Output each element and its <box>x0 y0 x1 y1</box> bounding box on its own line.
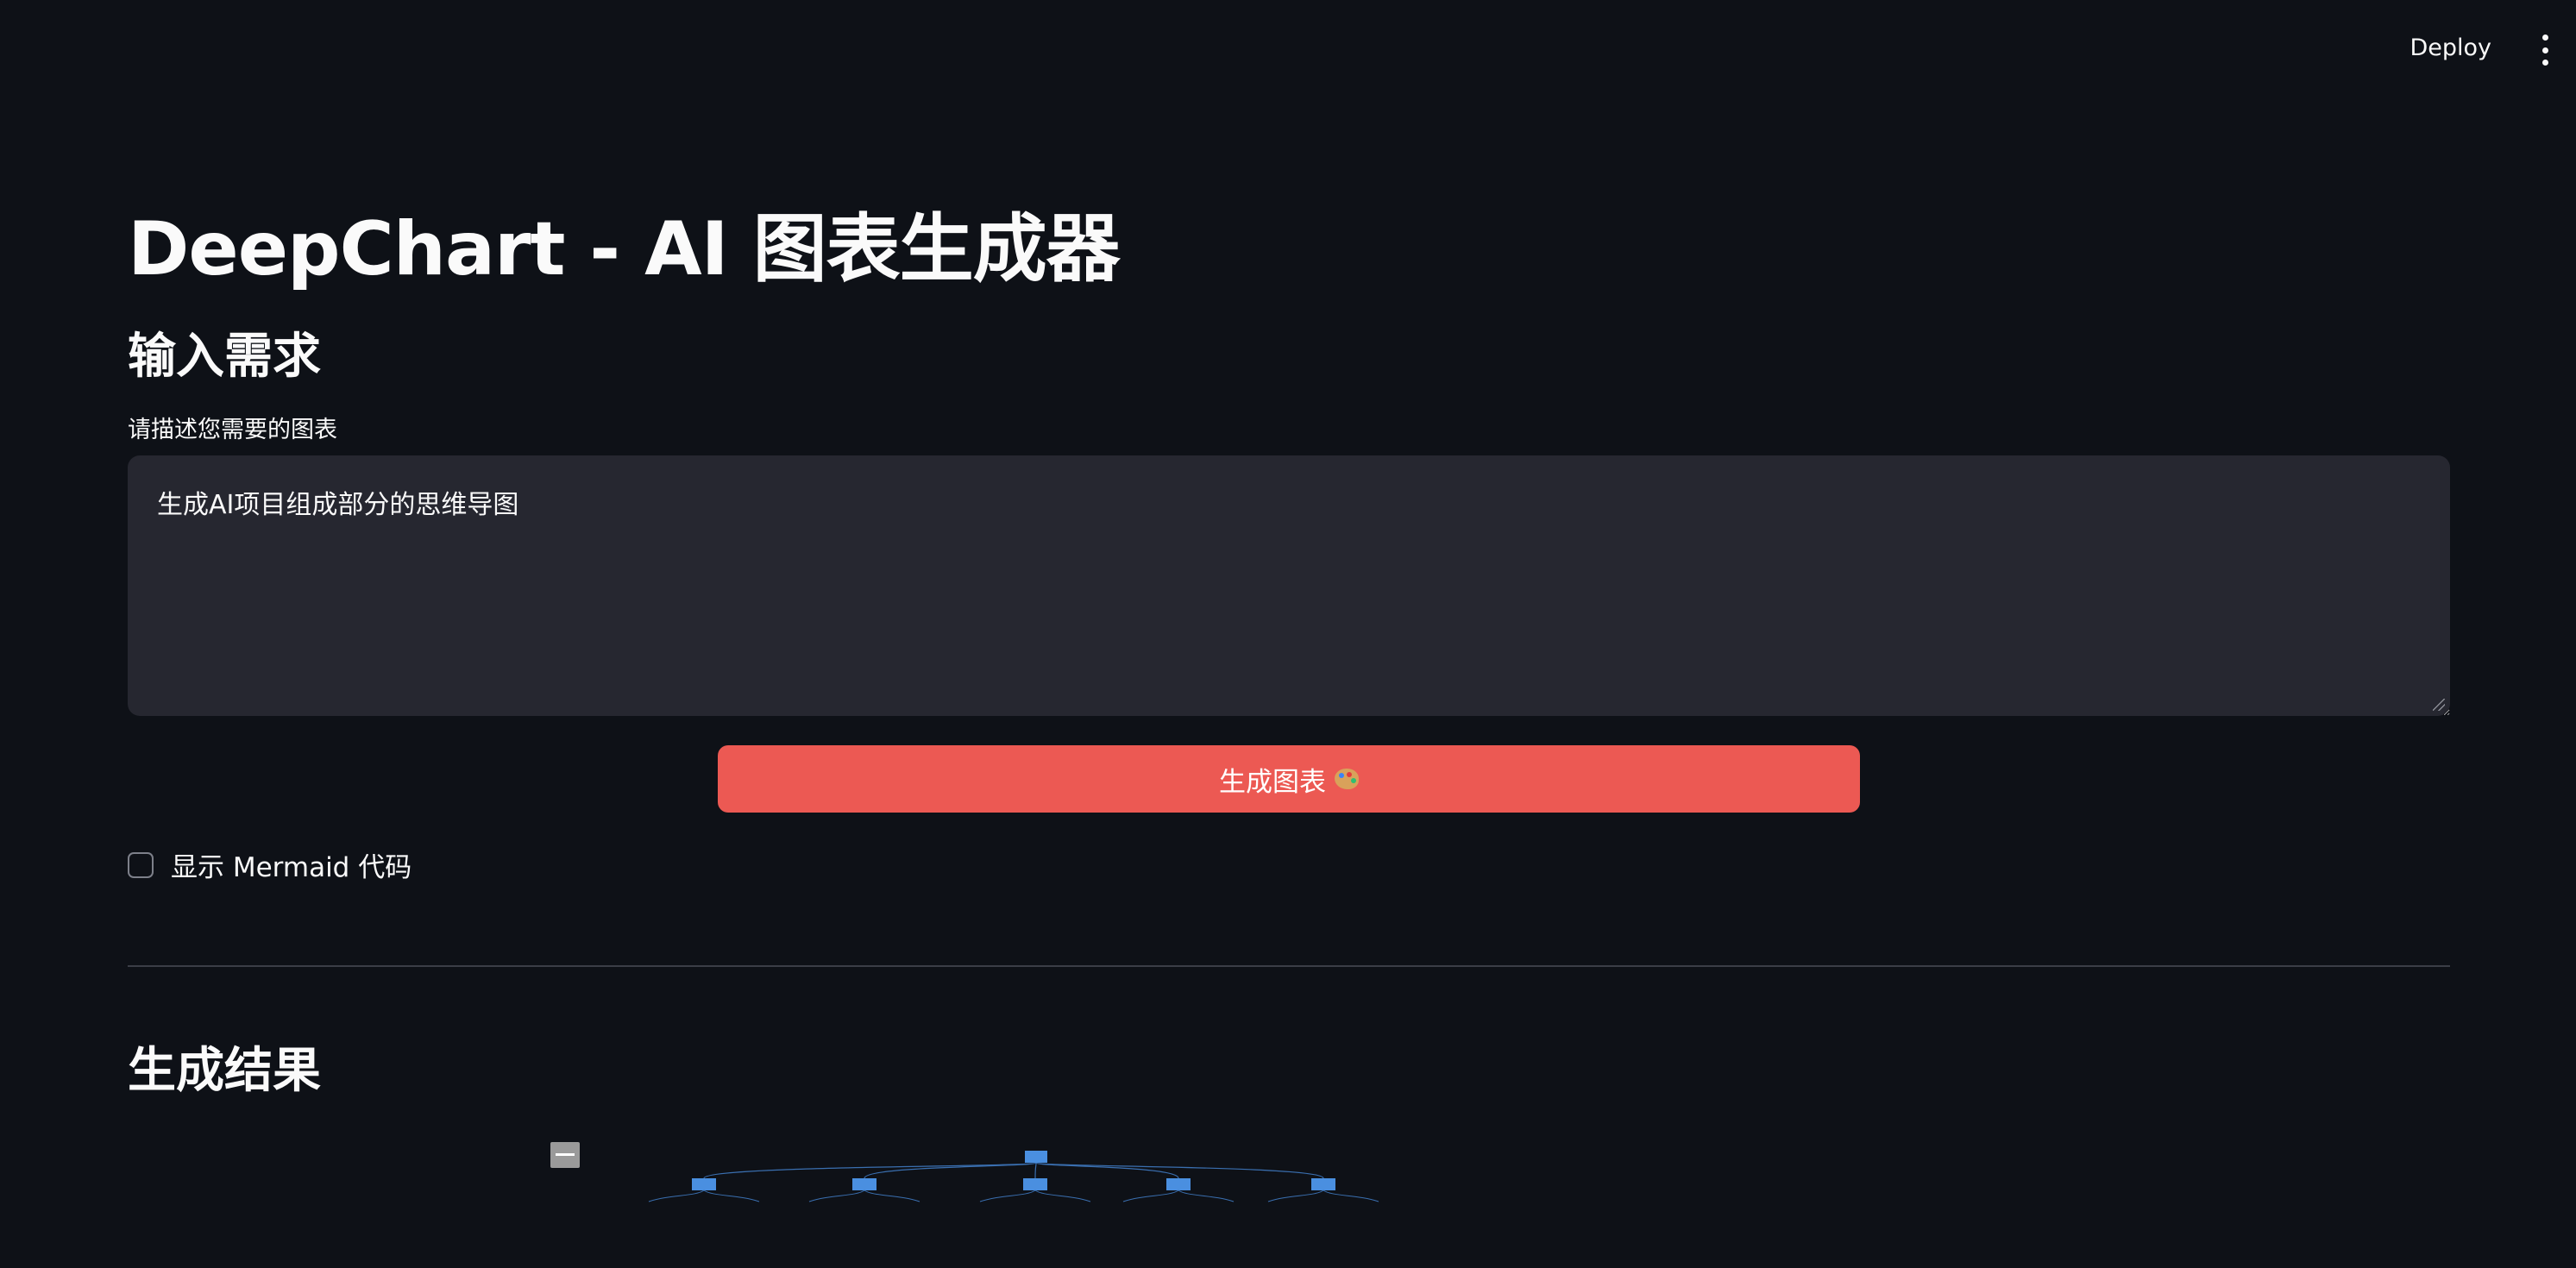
diagram-child-node <box>692 1178 716 1190</box>
mindmap-diagram <box>128 1130 1508 1268</box>
checkbox-label: 显示 Mermaid 代码 <box>171 852 412 883</box>
result-section-header: 生成结果 <box>128 1043 321 1099</box>
input-section-header: 输入需求 <box>128 329 321 385</box>
divider <box>128 965 2450 967</box>
diagram-child-node <box>1311 1178 1335 1190</box>
diagram-root-node <box>1025 1151 1047 1163</box>
diagram-edge <box>864 1190 920 1202</box>
diagram-edge <box>864 1162 1037 1179</box>
diagram-edge <box>703 1190 760 1202</box>
diagram-edge <box>979 1190 1036 1202</box>
resize-handle-icon[interactable] <box>2433 699 2445 711</box>
diagram-edge <box>1035 1162 1324 1179</box>
diagram-edge <box>1267 1190 1324 1202</box>
diagram-edge <box>1034 1162 1037 1179</box>
generate-button-label: 生成图表 <box>1219 766 1326 798</box>
generate-chart-button[interactable]: 生成图表 <box>718 745 1860 813</box>
diagram-edge <box>648 1190 705 1202</box>
requirement-textarea[interactable]: 生成AI项目组成部分的思维导图 <box>128 455 2450 716</box>
diagram-edge <box>703 1162 1037 1179</box>
textarea-label: 请描述您需要的图表 <box>128 417 337 443</box>
diagram-child-node <box>1023 1178 1047 1190</box>
diagram-child-node <box>1166 1178 1191 1190</box>
top-toolbar: Deploy <box>0 0 2576 100</box>
diagram-toggle-bar <box>556 1153 575 1156</box>
diagram-edge <box>1122 1190 1179 1202</box>
diagram-child-node <box>852 1178 876 1190</box>
page-title: DeepChart - AI 图表生成器 <box>128 206 1121 292</box>
mindmap-svg <box>550 1142 1379 1202</box>
checkbox[interactable] <box>128 851 154 878</box>
show-mermaid-code-toggle[interactable]: 显示 Mermaid 代码 <box>128 845 412 884</box>
palette-icon <box>1335 769 1359 789</box>
diagram-edge <box>1323 1190 1379 1202</box>
deploy-button[interactable]: Deploy <box>2404 31 2497 65</box>
diagram-edge <box>1178 1190 1235 1202</box>
diagram-edge <box>808 1190 865 1202</box>
diagram-edge <box>1035 1162 1179 1179</box>
vertical-dots-icon[interactable] <box>2536 35 2554 66</box>
diagram-edge <box>1034 1190 1091 1202</box>
